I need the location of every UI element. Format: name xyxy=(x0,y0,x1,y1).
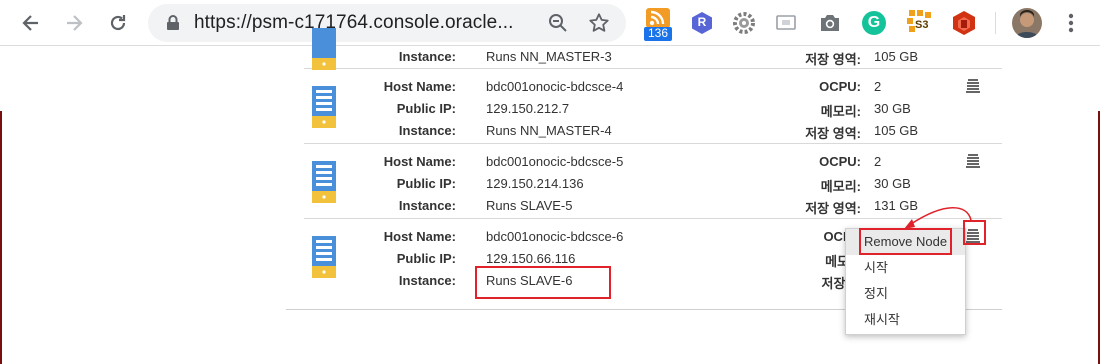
menu-item-start[interactable]: 시작 xyxy=(846,255,965,281)
instance-label: Instance: xyxy=(398,123,456,138)
memory-value: 30 GB xyxy=(874,101,911,116)
ocpu-value: 2 xyxy=(874,79,882,94)
reload-icon[interactable] xyxy=(104,9,132,37)
menu-item-restart[interactable]: 재시작 xyxy=(846,307,965,333)
back-arrow-icon[interactable] xyxy=(17,9,45,37)
instance-value: Runs NN_MASTER-4 xyxy=(486,123,612,138)
host-name-value: bdc001onocic-bdcsce-5 xyxy=(486,154,624,169)
public-ip-value: 129.150.66.116 xyxy=(486,251,576,266)
storage-label: 저장 영역: xyxy=(805,126,861,141)
ocpu-value: 2 xyxy=(874,154,882,169)
ocpu-label: OCPU: xyxy=(819,79,861,94)
host-name-value: bdc001onocic-bdcsce-4 xyxy=(486,79,624,94)
remove-node-highlight-box xyxy=(859,228,952,255)
storage-value: 105 GB xyxy=(874,49,919,64)
node-row: Instance: Runs NN_MASTER-3 저장 영역: 105 GB xyxy=(304,0,1002,70)
instance-highlight-box xyxy=(475,266,611,299)
node-menu-icon[interactable] xyxy=(966,154,980,168)
memory-label: 메모리: xyxy=(820,104,861,119)
storage-label: 저장 영역: xyxy=(805,201,861,216)
kebab-menu-icon[interactable] xyxy=(1057,9,1085,37)
public-ip-label: Public IP: xyxy=(396,176,456,191)
menu-item-stop[interactable]: 정지 xyxy=(846,281,965,307)
lock-icon xyxy=(166,15,180,36)
instance-value: Runs NN_MASTER-3 xyxy=(486,49,612,64)
node-row: Host Name: bdc001onocic-bdcsce-4 Public … xyxy=(304,69,1002,144)
public-ip-label: Public IP: xyxy=(396,101,456,116)
public-ip-value: 129.150.214.136 xyxy=(486,176,584,191)
storage-value: 105 GB xyxy=(874,123,919,138)
public-ip-value: 129.150.212.7 xyxy=(486,101,570,116)
host-name-label: Host Name: xyxy=(383,229,456,244)
ocpu-label: OCPU: xyxy=(819,154,861,169)
host-name-label: Host Name: xyxy=(383,154,456,169)
instance-label: Instance: xyxy=(398,49,456,64)
left-edge-bar xyxy=(0,111,2,364)
host-name-label: Host Name: xyxy=(383,79,456,94)
public-ip-label: Public IP: xyxy=(396,251,456,266)
memory-value: 30 GB xyxy=(874,176,911,191)
instance-label: Instance: xyxy=(398,198,456,213)
profile-avatar[interactable] xyxy=(1012,8,1042,38)
forward-arrow-icon[interactable] xyxy=(60,9,88,37)
memory-label: 메모리: xyxy=(820,179,861,194)
instance-value: Runs SLAVE-5 xyxy=(486,198,573,213)
host-name-value: bdc001onocic-bdcsce-6 xyxy=(486,229,624,244)
annotation-arrow-icon xyxy=(904,207,972,229)
storage-label: 저장 영역: xyxy=(805,52,861,67)
node-menu-icon[interactable] xyxy=(966,79,980,93)
instance-label: Instance: xyxy=(398,273,456,288)
